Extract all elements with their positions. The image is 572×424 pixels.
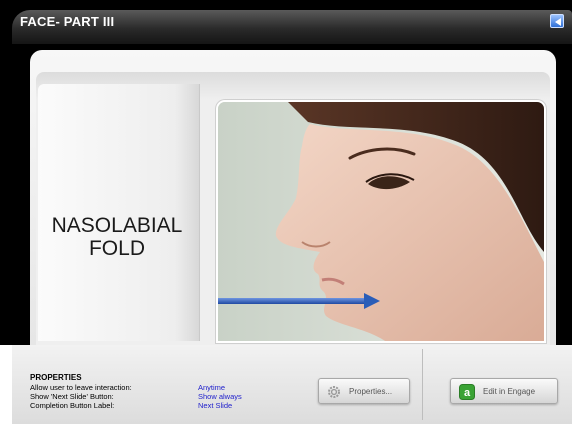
prop-value-completion: Next Slide [198, 401, 233, 410]
svg-text:a: a [464, 387, 471, 399]
properties-button[interactable]: Properties... [318, 378, 410, 404]
prop-value-leave: Anytime [198, 383, 226, 392]
label-line-2: FOLD [88, 237, 145, 260]
properties-heading: PROPERTIES [30, 373, 82, 382]
divider [422, 349, 423, 420]
slide-label: NASOLABIAL FOLD [38, 214, 196, 260]
prop-label-completion: Completion Button Label: [30, 401, 115, 410]
gear-icon [328, 386, 340, 398]
title-bar: FACE- PART III [12, 10, 572, 44]
prop-value-next-button: Show always [198, 392, 242, 401]
label-panel: NASOLABIAL FOLD [38, 84, 200, 341]
prop-label-next-button: Show 'Next Slide' Button: [30, 392, 114, 401]
player-title: FACE- PART III [20, 14, 115, 29]
back-arrow-icon[interactable] [550, 14, 564, 28]
face-photo [216, 100, 546, 343]
label-line-1: NASOLABIAL [51, 214, 183, 237]
properties-button-label: Properties... [349, 387, 393, 396]
engage-logo-icon: a [459, 384, 475, 400]
prop-label-leave: Allow user to leave interaction: [30, 383, 132, 392]
edit-in-engage-button[interactable]: a Edit in Engage [450, 378, 558, 404]
properties-panel: PROPERTIES Allow user to leave interacti… [12, 345, 572, 424]
edit-button-label: Edit in Engage [483, 387, 536, 396]
player-window: FACE- PART III NASOLABIAL FOLD [0, 0, 572, 345]
